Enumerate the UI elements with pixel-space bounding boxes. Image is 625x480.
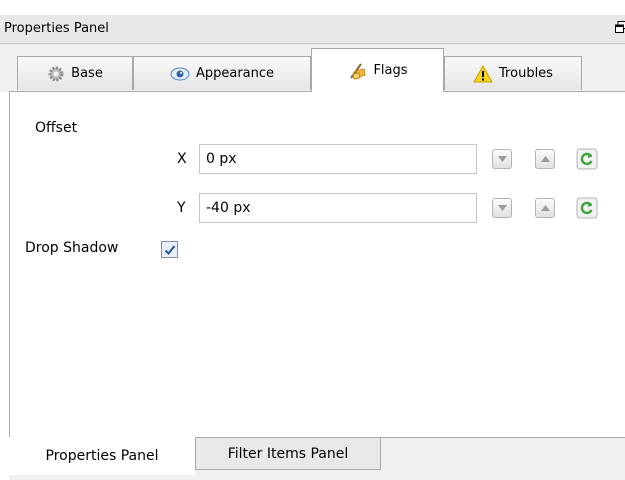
triangle-down-icon bbox=[497, 156, 507, 162]
tab-base[interactable]: Base bbox=[17, 56, 133, 90]
panel-titlebar: Properties Panel bbox=[0, 15, 625, 44]
flags-content: Offset X Y Drop Shadow bbox=[9, 91, 625, 439]
float-panel-icon[interactable] bbox=[615, 21, 625, 33]
bottom-tab-filter-label: Filter Items Panel bbox=[227, 445, 349, 462]
offset-label: Offset bbox=[35, 120, 78, 136]
bottom-tab-properties-panel[interactable]: Properties Panel bbox=[9, 437, 195, 475]
panel-title: Properties Panel bbox=[4, 21, 109, 36]
offset-y-field[interactable] bbox=[199, 193, 477, 223]
checkmark-icon bbox=[164, 244, 175, 255]
offset-y-increment-button[interactable] bbox=[535, 198, 555, 218]
flag-icon bbox=[350, 62, 367, 80]
bottom-tab-filter-items-panel[interactable]: Filter Items Panel bbox=[195, 438, 381, 470]
triangle-down-icon bbox=[497, 205, 507, 211]
bottom-tab-properties-label: Properties Panel bbox=[45, 448, 159, 464]
offset-x-decrement-button[interactable] bbox=[492, 149, 512, 169]
drop-shadow-label: Drop Shadow bbox=[25, 240, 119, 256]
offset-x-field[interactable] bbox=[199, 144, 477, 174]
tab-flags-label: Flags bbox=[373, 63, 408, 78]
offset-x-label: X bbox=[177, 151, 187, 167]
tab-appearance-label: Appearance bbox=[195, 66, 275, 81]
offset-x-increment-button[interactable] bbox=[535, 149, 555, 169]
tab-appearance[interactable]: Appearance bbox=[133, 56, 311, 90]
drop-shadow-checkbox[interactable] bbox=[161, 241, 178, 258]
offset-y-decrement-button[interactable] bbox=[492, 198, 512, 218]
tab-flags[interactable]: Flags bbox=[311, 48, 444, 92]
warning-icon bbox=[473, 64, 493, 82]
offset-y-label: Y bbox=[177, 200, 186, 216]
tab-bar: Base Appearance Flags Troubles bbox=[0, 44, 625, 92]
tab-base-label: Base bbox=[71, 66, 103, 81]
triangle-up-icon bbox=[540, 156, 550, 162]
tab-troubles-label: Troubles bbox=[499, 66, 553, 81]
offset-x-reset-icon[interactable] bbox=[576, 148, 598, 170]
gear-icon bbox=[48, 66, 64, 81]
offset-y-reset-icon[interactable] bbox=[576, 197, 598, 219]
tab-troubles[interactable]: Troubles bbox=[444, 56, 582, 90]
bottom-tab-bar: Properties Panel Filter Items Panel bbox=[9, 437, 625, 480]
eye-icon bbox=[170, 67, 190, 80]
triangle-up-icon bbox=[540, 205, 550, 211]
